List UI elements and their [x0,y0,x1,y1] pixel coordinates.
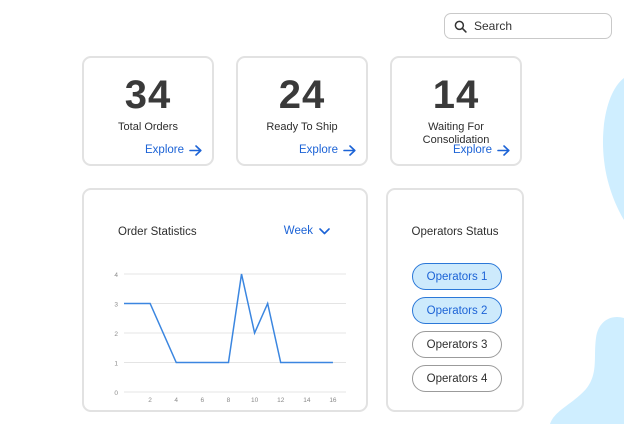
ready-to-ship-explore-link[interactable]: Explore [299,144,356,156]
order-statistics-card: Order Statistics Week 0 1 2 3 4 2 4 6 8 10 12 14 16 [82,188,368,412]
y-tick-label: 3 [114,302,118,309]
x-tick-label: 16 [329,397,337,404]
operator-label: Operators 4 [426,372,488,385]
operator-label: Operators 2 [426,304,488,317]
operator-1-button[interactable]: Operators 1 [412,263,502,290]
y-tick-label: 0 [114,390,118,397]
search-box[interactable] [444,13,612,39]
x-tick-label: 8 [227,397,231,404]
search-input[interactable] [474,19,604,33]
arrow-right-icon [343,144,356,156]
stat-card-ready-to-ship: 24 Ready To Ship Explore [236,56,368,166]
ready-to-ship-label: Ready To Ship [266,121,338,133]
explore-label: Explore [299,144,338,156]
ready-to-ship-value: 24 [278,73,326,117]
total-orders-explore-link[interactable]: Explore [145,144,202,156]
stat-card-total-orders: 34 Total Orders Explore [82,56,214,166]
total-orders-label: Total Orders [118,121,178,133]
x-tick-label: 2 [148,397,152,404]
x-tick-label: 6 [201,397,205,404]
background-blob-bottom [550,316,624,424]
series-line [124,273,333,364]
x-tick-label: 12 [277,397,285,404]
y-tick-label: 4 [114,272,118,279]
y-tick-label: 1 [114,361,118,368]
x-tick-label: 10 [251,397,259,404]
operator-3-button[interactable]: Operators 3 [412,331,502,358]
explore-label: Explore [145,144,184,156]
operator-label: Operators 3 [426,338,488,351]
waiting-consolidation-value: 14 [432,73,480,117]
total-orders-value: 34 [124,73,172,117]
order-statistics-line-chart: 012342 4 6 8 10 12 14 16 [114,272,346,404]
stat-card-waiting-for-consolidation: 14 Waiting For Consolidation Explore [390,56,522,166]
arrow-right-icon [497,144,510,156]
arrow-right-icon [189,144,202,156]
background-blob-top [602,78,624,220]
operators-status-title: Operators Status [411,226,499,238]
operator-4-button[interactable]: Operators 4 [412,365,502,392]
x-tick-label: 4 [174,397,178,404]
search-icon [454,20,467,33]
operator-label: Operators 1 [426,270,488,283]
explore-label: Explore [453,144,492,156]
operator-2-button[interactable]: Operators 2 [412,297,502,324]
y-tick-label: 2 [114,331,118,338]
waiting-consolidation-explore-link[interactable]: Explore [453,144,510,156]
x-tick-label: 14 [303,397,311,404]
waiting-consolidation-label-line1: Waiting For [428,121,484,133]
operators-status-card: Operators Status Operators 1 Operators 2… [386,188,524,412]
